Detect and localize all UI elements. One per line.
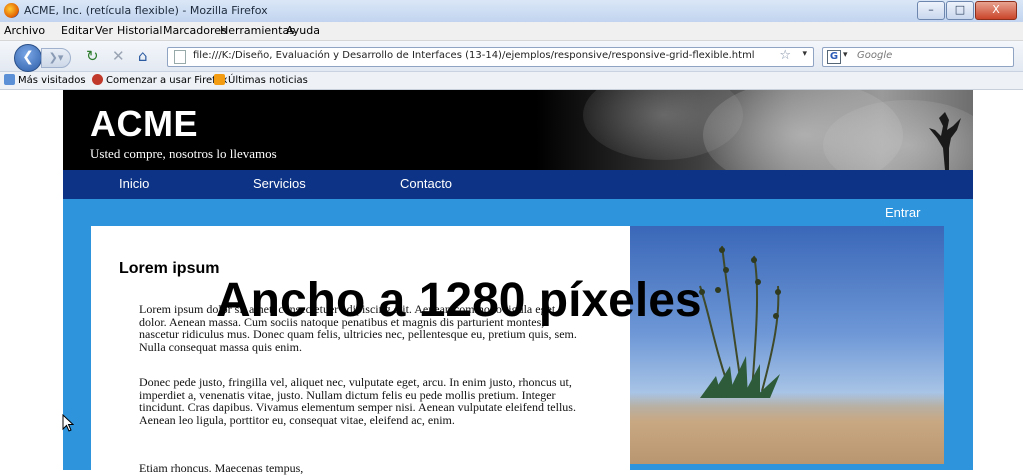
firefox-bookmark-icon — [92, 74, 103, 85]
navigation-toolbar: ❮ ❯▾ ↻ ✕ ⌂ file:///K:/Diseño, Evaluación… — [0, 41, 1023, 72]
menu-marcadores[interactable]: Marcadores — [163, 24, 227, 37]
bookmark-label: Últimas noticias — [228, 75, 308, 86]
bookmark-comenzar[interactable]: Comenzar a usar Firefox — [92, 74, 227, 86]
search-bar[interactable]: G ▾ Google — [822, 47, 1014, 67]
menu-herramientas[interactable]: Herramientas — [220, 24, 295, 37]
address-bar[interactable]: file:///K:/Diseño, Evaluación y Desarrol… — [167, 47, 814, 67]
window-title: ACME, Inc. (retícula flexible) - Mozilla… — [24, 4, 268, 17]
window-controls: – □ X — [917, 1, 1017, 20]
forward-arrow-icon: ❯▾ — [48, 51, 64, 64]
article-paragraph-2: Donec pede justo, fringilla vel, aliquet… — [139, 375, 576, 427]
bookmarks-toolbar: Más visitados Comenzar a usar Firefox Úl… — [0, 72, 1023, 90]
bookmark-label: Comenzar a usar Firefox — [106, 75, 228, 86]
site-logo[interactable]: ACME — [90, 103, 198, 145]
login-link[interactable]: Entrar — [885, 205, 920, 220]
window-title-bar: ACME, Inc. (retícula flexible) - Mozilla… — [0, 0, 1023, 23]
article-paragraph-3: Etiam rhoncus. Maecenas tempus, — [139, 461, 304, 475]
forward-button[interactable]: ❯▾ — [41, 48, 71, 68]
google-engine-icon[interactable]: G — [827, 50, 841, 64]
folder-icon — [4, 74, 15, 85]
menu-bar: Archivo Editar Ver Historial Marcadores … — [0, 22, 1023, 41]
bookmark-label: Más visitados — [18, 75, 86, 86]
menu-archivo[interactable]: Archivo — [4, 24, 45, 37]
article-panel: Lorem ipsum Lorem ipsum dolor sit amet, … — [91, 226, 630, 474]
menu-historial[interactable]: Historial — [117, 24, 162, 37]
page-icon — [174, 50, 186, 64]
mouse-pointer-icon — [62, 414, 74, 432]
rss-feed-icon — [214, 74, 225, 85]
bookmark-mas-visitados[interactable]: Más visitados — [4, 74, 86, 86]
nav-link-contacto[interactable]: Contacto — [400, 176, 452, 191]
agave-plant-illustration — [699, 245, 781, 398]
nav-link-servicios[interactable]: Servicios — [253, 176, 306, 191]
nav-link-inicio[interactable]: Inicio — [119, 176, 149, 191]
search-engine-dropdown-icon[interactable]: ▾ — [843, 50, 848, 60]
menu-ayuda[interactable]: Ayuda — [286, 24, 320, 37]
back-button[interactable]: ❮ — [14, 44, 42, 72]
maximize-button[interactable]: □ — [946, 1, 974, 20]
reload-icon[interactable]: ↻ — [86, 48, 99, 64]
menu-ver[interactable]: Ver — [95, 24, 113, 37]
url-text: file:///K:/Diseño, Evaluación y Desarrol… — [193, 50, 755, 61]
minimize-button[interactable]: – — [917, 1, 945, 20]
site-header: ACME Usted compre, nosotros lo llevamos — [63, 90, 973, 170]
site-sub-bar: Entrar — [63, 199, 973, 226]
bookmark-star-icon[interactable]: ☆ — [779, 48, 791, 63]
menu-editar[interactable]: Editar — [61, 24, 94, 37]
site-main-nav: Inicio Servicios Contacto — [63, 170, 973, 199]
search-placeholder: Google — [857, 50, 893, 61]
desert-agave-photo — [630, 226, 944, 464]
overlay-caption: Ancho a 1280 píxeles — [216, 274, 702, 327]
stop-icon[interactable]: ✕ — [112, 48, 125, 64]
firefox-logo-icon — [4, 3, 19, 18]
page-viewport: ACME Usted compre, nosotros lo llevamos … — [0, 90, 1023, 474]
url-dropdown-icon[interactable]: ▾ — [802, 49, 807, 59]
bookmark-ultimas-noticias[interactable]: Últimas noticias — [214, 74, 308, 86]
article-heading: Lorem ipsum — [119, 260, 220, 277]
statue-silhouette — [929, 112, 961, 170]
back-arrow-icon: ❮ — [22, 49, 34, 65]
site-tagline: Usted compre, nosotros lo llevamos — [90, 146, 277, 161]
home-icon[interactable]: ⌂ — [138, 48, 148, 64]
close-button[interactable]: X — [975, 1, 1017, 20]
